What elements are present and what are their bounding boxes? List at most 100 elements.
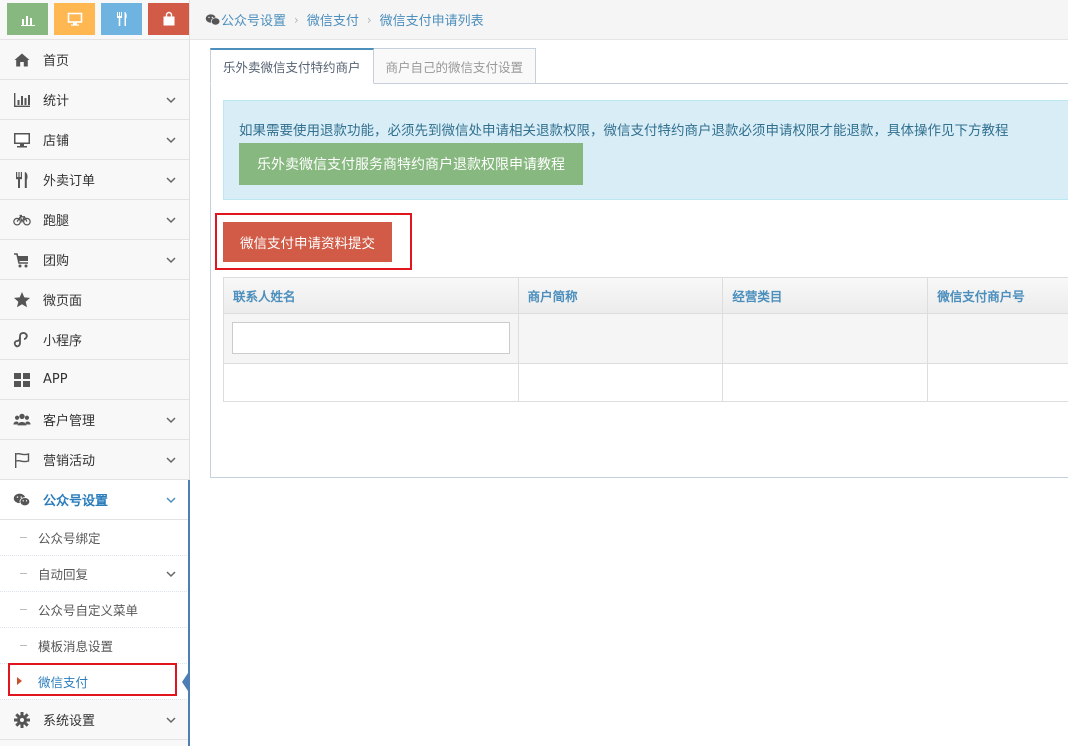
app-root: 首页 统计 店铺 外卖订单 跑腿 团购 微页面 小程序 APP 客户管理 营销活… [0,0,1068,746]
shortcut-shop-button[interactable] [148,3,189,35]
star-icon [11,290,33,310]
sidebar-item-label: 客户管理 [43,414,96,429]
filter-cell [928,314,1068,364]
table-header-row: 联系人姓名 商户简称 经营类目 微信支付商户号 [224,278,1068,314]
sidebar-subitem-label: 模板消息设置 [38,639,114,654]
sidebar: 首页 统计 店铺 外卖订单 跑腿 团购 微页面 小程序 APP 客户管理 营销活… [0,0,190,746]
application-table: 联系人姓名 商户简称 经营类目 微信支付商户号 [223,277,1068,402]
bicycle-icon [11,210,33,230]
chevron-down-icon [166,417,176,424]
breadcrumb-link-wechat-pay[interactable]: 微信支付 [307,10,359,29]
table-row [224,364,1068,402]
tab-special-merchant[interactable]: 乐外卖微信支付特约商户 [210,48,374,84]
mini-program-icon [11,330,33,350]
info-alert: 如果需要使用退款功能，必须先到微信处申请相关退款权限，微信支付特约商户退款必须申… [223,100,1068,200]
sidebar-subitem-wechat-pay[interactable]: 微信支付 [0,664,190,700]
breadcrumb-separator-icon: › [366,12,372,27]
chevron-down-icon [166,457,176,464]
bar-chart-icon [20,16,35,26]
tree-line [20,537,27,538]
home-icon [11,50,33,70]
tab-bar: 乐外卖微信支付特约商户 商户自己的微信支付设置 [210,48,537,84]
sidebar-item-stats[interactable]: 统计 [0,80,189,120]
gear-icon [11,710,33,730]
filter-cell [224,314,519,364]
sidebar-subitem-label: 微信支付 [38,675,89,690]
tree-line [20,573,27,574]
column-header-business-category[interactable]: 经营类目 [723,278,929,314]
sidebar-item-marketing[interactable]: 营销活动 [0,440,189,480]
sidebar-item-label: 统计 [43,94,70,109]
sidebar-item-label: 公众号设置 [43,494,109,509]
main-content: 乐外卖微信支付特约商户 商户自己的微信支付设置 如果需要使用退款功能，必须先到微… [190,40,1068,746]
sidebar-subitem-label: 自动回复 [38,567,89,582]
caret-right-icon [17,677,22,685]
sidebar-item-store[interactable]: 店铺 [0,120,189,160]
breadcrumb-link-official-account[interactable]: 公众号设置 [221,10,286,29]
table-cell [928,364,1068,402]
tree-line [20,645,27,646]
sidebar-item-label: 营销活动 [43,454,96,469]
flag-icon [11,450,33,470]
sidebar-item-app[interactable]: APP [0,360,189,400]
sidebar-item-label: 团购 [43,254,70,269]
desktop-icon [67,12,82,26]
sidebar-item-label: 跑腿 [43,214,70,229]
sidebar-item-errand[interactable]: 跑腿 [0,200,189,240]
table-cell [518,364,724,402]
sidebar-subitem-account-binding[interactable]: 公众号绑定 [0,520,189,556]
breadcrumb-separator-icon: › [294,12,299,27]
cart-icon [11,250,33,270]
column-header-merchant-id[interactable]: 微信支付商户号 [928,278,1068,314]
desktop-icon [11,130,33,150]
chevron-down-icon [166,717,176,724]
sidebar-item-label: 系统设置 [43,714,96,729]
chevron-down-icon [166,97,176,104]
sidebar-item-label: 外卖订单 [43,174,96,189]
sidebar-item-micro-page[interactable]: 微页面 [0,280,189,320]
users-icon [11,410,33,430]
shortcut-stats-button[interactable] [7,3,48,35]
column-header-contact-name[interactable]: 联系人姓名 [224,278,519,314]
sidebar-subitem-label: 公众号自定义菜单 [38,603,139,618]
sidebar-item-system-settings[interactable]: 系统设置 [0,700,189,740]
table-cell [224,364,519,402]
filter-cell [723,314,929,364]
bar-chart-icon [11,90,33,110]
filter-cell [518,314,724,364]
submit-application-button[interactable]: 微信支付申请资料提交 [223,222,392,262]
utensils-icon [116,12,127,26]
sidebar-subitem-label: 公众号绑定 [38,531,101,546]
shortcut-orders-button[interactable] [101,3,142,35]
chevron-down-icon [166,217,176,224]
sidebar-shortcuts [0,0,189,40]
grid-icon [11,370,33,390]
tab-panel: 如果需要使用退款功能，必须先到微信处申请相关退款权限，微信支付特约商户退款必须申… [210,83,1068,478]
sidebar-item-label: APP [43,372,68,387]
chevron-down-icon [166,137,176,144]
tab-own-wechat-pay-settings[interactable]: 商户自己的微信支付设置 [372,48,537,84]
sidebar-item-takeout-orders[interactable]: 外卖订单 [0,160,189,200]
shopping-bag-icon [163,11,174,26]
sidebar-item-mini-program[interactable]: 小程序 [0,320,189,360]
contact-name-filter-input[interactable] [232,322,510,354]
sidebar-item-customers[interactable]: 客户管理 [0,400,189,440]
sidebar-subitem-custom-menu[interactable]: 公众号自定义菜单 [0,592,189,628]
chevron-down-icon [166,497,176,504]
sidebar-item-label: 首页 [43,54,70,69]
alert-text: 如果需要使用退款功能，必须先到微信处申请相关退款权限，微信支付特约商户退款必须申… [239,123,1009,139]
chevron-down-icon [166,257,176,264]
sidebar-item-home[interactable]: 首页 [0,40,189,80]
chevron-down-icon [166,571,176,578]
refund-tutorial-button[interactable]: 乐外卖微信支付服务商特约商户退款权限申请教程 [239,143,583,185]
sidebar-item-label: 微页面 [43,294,83,309]
sidebar-subitem-template-message[interactable]: 模板消息设置 [0,628,189,664]
table-cell [723,364,929,402]
sidebar-item-official-account[interactable]: 公众号设置 [0,480,189,520]
sidebar-subitem-auto-reply[interactable]: 自动回复 [0,556,189,592]
breadcrumb-current-page[interactable]: 微信支付申请列表 [380,10,484,29]
shortcut-store-button[interactable] [54,3,95,35]
sidebar-item-group-buy[interactable]: 团购 [0,240,189,280]
column-header-merchant-short-name[interactable]: 商户简称 [518,278,724,314]
tree-line [20,609,27,610]
